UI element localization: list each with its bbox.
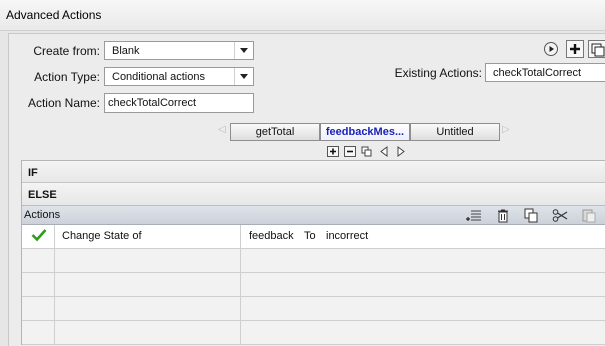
add-condition-icon[interactable]	[327, 146, 339, 157]
create-from-value: Blank	[112, 45, 140, 57]
play-icon[interactable]	[543, 41, 559, 57]
existing-actions-value: checkTotalCorrect	[493, 67, 581, 79]
if-label: IF	[28, 167, 38, 179]
copy-icon[interactable]	[524, 208, 538, 223]
actions-header: Actions	[22, 206, 605, 225]
paste-icon[interactable]	[581, 208, 597, 223]
action-type-value: Conditional actions	[112, 71, 205, 83]
state-cell: incorrect	[326, 230, 368, 242]
trash-icon[interactable]	[496, 208, 510, 223]
action-type-label: Action Type:	[12, 70, 100, 84]
copy-condition-icon[interactable]	[361, 146, 373, 157]
actions-title: Actions	[24, 209, 60, 221]
insert-row-icon[interactable]	[466, 208, 482, 223]
add-action-icon[interactable]	[566, 40, 584, 58]
action-name-input[interactable]: checkTotalCorrect	[104, 93, 254, 113]
remove-condition-icon[interactable]	[344, 146, 356, 157]
action-type-dropdown[interactable]: Conditional actions	[104, 67, 254, 86]
cut-icon[interactable]	[552, 208, 568, 223]
else-label: ELSE	[28, 189, 57, 201]
scroll-right-icon[interactable]: ▷	[502, 124, 512, 140]
if-row[interactable]: IF	[22, 161, 605, 183]
connector-cell: To	[304, 230, 316, 242]
tab-gettotal[interactable]: getTotal	[230, 123, 320, 141]
else-row[interactable]: ELSE	[22, 183, 605, 206]
chevron-down-icon[interactable]	[234, 42, 253, 59]
tab-feedbackmes[interactable]: feedbackMes...	[320, 123, 410, 141]
existing-actions-label: Existing Actions:	[372, 66, 482, 80]
tab-label: Untitled	[436, 126, 473, 138]
action-name-label: Action Name:	[12, 96, 100, 110]
table-row[interactable]	[22, 297, 605, 321]
triangle-left-icon[interactable]	[378, 146, 390, 157]
column-divider	[240, 225, 241, 345]
tab-untitled[interactable]: Untitled	[410, 123, 500, 141]
action-name-value: checkTotalCorrect	[108, 97, 196, 109]
existing-actions-dropdown[interactable]: checkTotalCorrect	[485, 63, 605, 82]
column-divider	[54, 225, 55, 345]
table-row[interactable]	[22, 249, 605, 273]
target-cell: feedback	[249, 230, 294, 242]
action-cell: Change State of	[62, 230, 142, 242]
tab-label: getTotal	[256, 126, 295, 138]
create-from-dropdown[interactable]: Blank	[104, 41, 254, 60]
table-row[interactable]	[22, 273, 605, 297]
window-title: Advanced Actions	[6, 8, 101, 22]
triangle-right-icon[interactable]	[395, 146, 407, 157]
create-from-label: Create from:	[22, 44, 100, 58]
title-bar: Advanced Actions	[0, 0, 605, 31]
duplicate-action-icon[interactable]	[588, 40, 605, 58]
table-row[interactable]: Change State of feedback To incorrect	[22, 225, 605, 249]
scroll-left-icon[interactable]: ◁	[218, 124, 228, 140]
tab-label: feedbackMes...	[326, 126, 404, 138]
chevron-down-icon[interactable]	[234, 68, 253, 85]
table-row[interactable]	[22, 321, 605, 345]
check-icon[interactable]	[31, 228, 47, 245]
